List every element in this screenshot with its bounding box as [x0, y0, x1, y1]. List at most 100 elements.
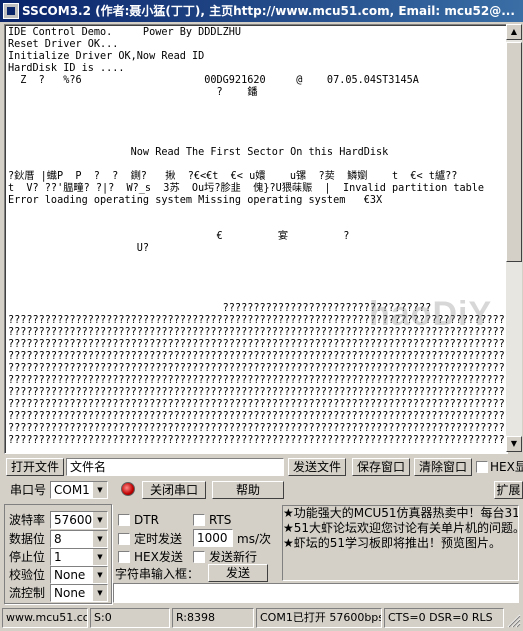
- terminal-line: ????????????????????????????????????????…: [8, 351, 508, 362]
- databits-select[interactable]: 8 ▼: [50, 530, 108, 548]
- terminal-line: Initialize Driver OK,Now Read ID: [8, 51, 205, 62]
- close-port-button[interactable]: 关闭串口: [142, 481, 206, 499]
- receive-area[interactable]: IDE Control Demo. Power By DDDLZHU Reset …: [4, 24, 508, 454]
- hex-send-label: HEX发送: [134, 550, 183, 564]
- chevron-down-icon[interactable]: ▼: [92, 512, 107, 528]
- scroll-down-icon[interactable]: ▼: [506, 436, 522, 452]
- terminal-line: IDE Control Demo. Power By DDDLZHU: [8, 27, 242, 38]
- expand-button[interactable]: 扩展: [494, 481, 523, 499]
- terminal-line: ????????????????????????????????????????…: [8, 387, 508, 398]
- port-value: COM1: [54, 483, 90, 497]
- terminal-line: ????????????????????????????????????????…: [8, 363, 508, 374]
- status-site[interactable]: www.mcu51.com: [2, 608, 88, 628]
- dtr-checkbox[interactable]: [118, 514, 130, 526]
- resize-grip-icon[interactable]: [505, 612, 521, 628]
- rts-label: RTS: [209, 513, 232, 527]
- vertical-scrollbar[interactable]: ▲ ▼: [506, 24, 522, 452]
- send-text-input[interactable]: [113, 583, 519, 603]
- terminal-line: Error loading operating system Missing o…: [8, 195, 383, 206]
- news-item[interactable]: ★虾坛的51学习板即将推出！预览图片。: [283, 536, 518, 551]
- baud-select[interactable]: 57600 ▼: [50, 511, 108, 529]
- interval-input[interactable]: 1000: [193, 529, 233, 547]
- stopbits-value: 1: [54, 550, 62, 564]
- flow-select[interactable]: None ▼: [50, 584, 108, 602]
- news-item[interactable]: ★功能强大的MCU51仿真器热卖中！每台318元: [283, 506, 518, 521]
- terminal-line: U?: [8, 243, 150, 254]
- scroll-up-icon[interactable]: ▲: [506, 24, 522, 40]
- terminal-line: ????????????????????????????????????????…: [8, 435, 508, 446]
- window-title: SSCOM3.2 (作者:聂小猛(丁丁), 主页http://www.mcu51…: [22, 4, 515, 18]
- chevron-down-icon[interactable]: ▼: [92, 585, 107, 601]
- chevron-down-icon[interactable]: ▼: [92, 482, 107, 498]
- port-status-led-icon: [121, 482, 135, 496]
- databits-label: 数据位: [9, 532, 46, 546]
- baud-label: 波特率: [9, 513, 46, 527]
- help-button[interactable]: 帮助: [212, 481, 284, 499]
- terminal-line: ????????????????????????????????????????…: [8, 411, 508, 422]
- hex-display-label: HEX显: [490, 460, 523, 474]
- timed-send-checkbox[interactable]: [118, 533, 130, 545]
- chevron-down-icon[interactable]: ▼: [92, 549, 107, 565]
- title-bar[interactable]: SSCOM3.2 (作者:聂小猛(丁丁), 主页http://www.mcu51…: [0, 0, 523, 22]
- baud-value: 57600: [54, 513, 93, 527]
- chevron-down-icon[interactable]: ▼: [92, 567, 107, 583]
- status-received: R:8398: [172, 608, 254, 628]
- watermark-logo: haoDiY: [369, 295, 493, 333]
- flow-value: None: [54, 586, 86, 600]
- databits-value: 8: [54, 532, 62, 546]
- hex-send-checkbox[interactable]: [118, 551, 130, 563]
- port-label: 串口号: [10, 483, 47, 497]
- terminal-line: HardDisk ID is ....: [8, 63, 125, 74]
- interval-unit-label: ms/次: [237, 532, 271, 546]
- open-file-button[interactable]: 打开文件: [6, 458, 64, 476]
- stopbits-select[interactable]: 1 ▼: [50, 548, 108, 566]
- save-window-button[interactable]: 保存窗口: [352, 458, 410, 476]
- send-newline-checkbox[interactable]: [193, 551, 205, 563]
- terminal-line: ? 鐇: [8, 87, 258, 98]
- send-button[interactable]: 发送: [208, 564, 268, 582]
- timed-send-label: 定时发送: [134, 532, 183, 546]
- filename-field[interactable]: 文件名: [66, 458, 284, 476]
- stopbits-label: 停止位: [9, 550, 46, 564]
- hex-display-checkbox[interactable]: [476, 461, 488, 473]
- terminal-text: IDE Control Demo. Power By DDDLZHU Reset …: [8, 27, 508, 447]
- send-newline-label: 发送新行: [209, 550, 258, 564]
- send-file-button[interactable]: 发送文件: [288, 458, 346, 476]
- terminal-line: Z ? %?6 00DG921620 @ 07.05.04ST3145A: [8, 75, 419, 86]
- terminal-line: ????????????????????????????????????????…: [8, 423, 508, 434]
- status-sent: S:0: [90, 608, 170, 628]
- scroll-thumb[interactable]: [506, 42, 522, 262]
- chevron-down-icon[interactable]: ▼: [92, 531, 107, 547]
- terminal-line: Now Read The First Sector On this HardDi…: [8, 147, 389, 158]
- news-item[interactable]: ★51大虾论坛欢迎您讨论有关单片机的问题。: [283, 521, 518, 536]
- rts-checkbox[interactable]: [193, 514, 205, 526]
- terminal-line: € 宴 ?: [8, 231, 350, 242]
- terminal-line: ????????????????????????????????????????…: [8, 339, 508, 350]
- input-label: 字符串输入框：: [115, 567, 200, 581]
- flow-label: 流控制: [9, 586, 46, 600]
- terminal-line: ?鈥厝 |蟙P P ? ? 鍘? 揪 ?€<€t €< u嬛 u镙 ?荬 鳞嬼 …: [8, 171, 458, 182]
- terminal-line: ????????????????????????????????????????…: [8, 399, 508, 410]
- app-icon: [3, 3, 19, 19]
- port-select[interactable]: COM1 ▼: [50, 481, 108, 499]
- parity-label: 校验位: [9, 568, 46, 582]
- news-panel: ★功能强大的MCU51仿真器热卖中！每台318元 ★51大虾论坛欢迎您讨论有关单…: [282, 505, 519, 581]
- status-port: COM1已打开 57600bps 8 1: [256, 608, 382, 628]
- status-lines: CTS=0 DSR=0 RLS: [384, 608, 504, 628]
- parity-value: None: [54, 568, 86, 582]
- dtr-label: DTR: [134, 513, 159, 527]
- clear-window-button[interactable]: 清除窗口: [414, 458, 472, 476]
- terminal-line: Reset Driver OK...: [8, 39, 119, 50]
- terminal-line: t V? ??'腽疃? ?|? W?_s 3苏 Ou圬?胗韭 傀}?U猥菋赈 |…: [8, 183, 485, 194]
- parity-select[interactable]: None ▼: [50, 566, 108, 584]
